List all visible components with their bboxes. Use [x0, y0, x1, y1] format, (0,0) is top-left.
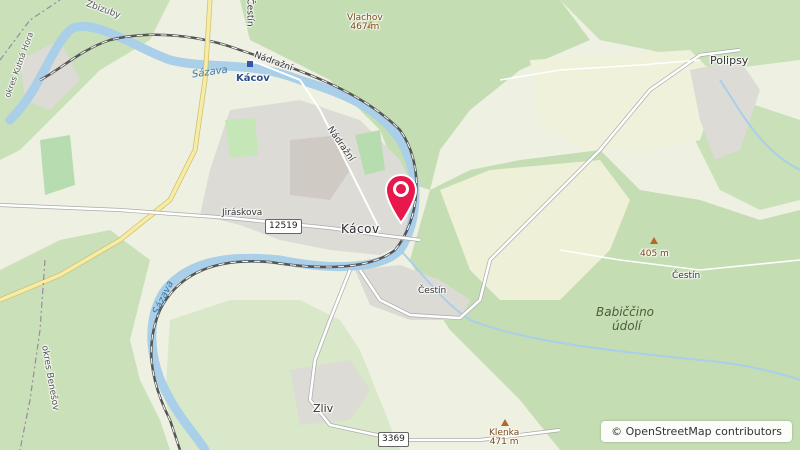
label-kacov-station: Kácov — [236, 73, 270, 84]
label-peak-vlachov: Vlachov 467 m — [347, 14, 383, 32]
map-pin-icon — [384, 173, 418, 225]
location-marker[interactable] — [384, 173, 418, 227]
label-cestin: Čestín — [672, 271, 701, 281]
map-view[interactable]: Kácov Kácov Nádražní Nádražní Jiráskova … — [0, 0, 800, 450]
label-peak-elevation: 467 m — [350, 22, 380, 32]
road-shield-12519: 12519 — [265, 219, 302, 234]
label-polipsy: Polipsy — [710, 54, 749, 67]
label-peak-elevation: 471 m — [489, 437, 519, 447]
copyright-icon: © — [611, 425, 623, 438]
label-babiccino-line2: údolí — [612, 319, 642, 333]
label-peak-405: 405 m — [640, 249, 669, 259]
road-shield-3369: 3369 — [378, 432, 409, 447]
label-street-jirsikova: Jiráskova — [222, 208, 263, 218]
label-kacov-town: Kácov — [341, 222, 380, 236]
label-babiccino-udoli: Babiččino údolí — [596, 305, 654, 333]
label-cestin: Čestín — [418, 286, 447, 296]
label-peak-klenka: Klenka 471 m — [489, 429, 519, 447]
park-area — [40, 135, 75, 195]
label-zliv: Zliv — [313, 402, 334, 415]
label-cestin: Čestín — [244, 0, 255, 27]
attribution-link[interactable]: OpenStreetMap contributors — [626, 425, 782, 438]
station-icon — [247, 61, 253, 67]
map-attribution: © OpenStreetMap contributors — [601, 421, 792, 442]
label-babiccino-line1: Babiččino — [596, 305, 655, 319]
park-area — [225, 118, 258, 158]
